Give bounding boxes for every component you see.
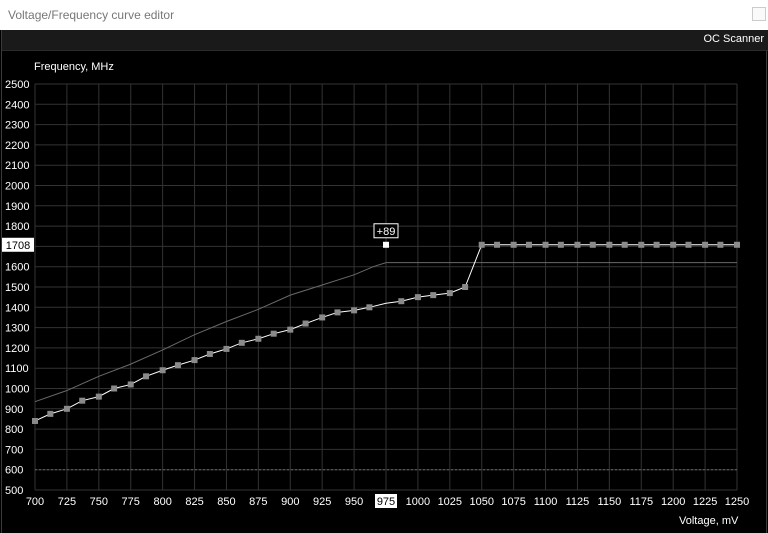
curve-point[interactable] <box>223 345 230 352</box>
x-tick-label: 1100 <box>534 496 558 508</box>
curve-point[interactable] <box>143 373 150 380</box>
x-tick-label: 1000 <box>406 496 430 508</box>
x-tick-label: 1200 <box>661 496 685 508</box>
curve-point[interactable] <box>606 241 613 248</box>
curve-point[interactable] <box>398 298 405 305</box>
curve-point[interactable] <box>685 241 692 248</box>
y-tick-label: 2400 <box>5 99 29 111</box>
x-tick-label: 1225 <box>693 496 717 508</box>
x-tick-label: 1025 <box>438 496 462 508</box>
curve-point[interactable] <box>287 326 294 333</box>
curve-point[interactable] <box>557 241 564 248</box>
y-tick-label: 700 <box>5 444 23 456</box>
offset-label: +89 <box>377 226 396 238</box>
y-tick-label: 500 <box>5 485 23 497</box>
x-tick-label: 1125 <box>566 496 590 508</box>
x-tick-label: 950 <box>345 496 363 508</box>
x-tick-label: 775 <box>122 496 140 508</box>
x-tick-label: 875 <box>249 496 267 508</box>
curve-point[interactable] <box>79 397 86 404</box>
curve-point[interactable] <box>174 362 181 369</box>
y-tick-label: 1600 <box>5 262 29 274</box>
curve-point[interactable] <box>525 241 532 248</box>
curve-point[interactable] <box>542 241 549 248</box>
curve-point[interactable] <box>351 307 358 314</box>
x-tick-label: 975 <box>377 496 395 508</box>
curve-point[interactable] <box>670 241 677 248</box>
y-tick-label: 800 <box>5 424 23 436</box>
curve-point[interactable] <box>206 350 213 357</box>
selected-frequency-label: 1708 <box>6 240 30 252</box>
x-axis-label: Voltage, mV <box>679 515 739 527</box>
curve-point[interactable] <box>191 357 198 364</box>
curve-point[interactable] <box>717 241 724 248</box>
y-tick-label: 600 <box>5 465 23 477</box>
y-tick-label: 1200 <box>5 343 29 355</box>
selected-point[interactable] <box>383 241 389 248</box>
x-tick-label: 750 <box>90 496 108 508</box>
curve-point[interactable] <box>478 241 485 248</box>
y-tick-label: 1100 <box>5 363 29 375</box>
curve-point[interactable] <box>510 241 517 248</box>
y-tick-label: 1900 <box>5 201 29 213</box>
x-tick-label: 850 <box>217 496 235 508</box>
curve-point[interactable] <box>111 385 118 392</box>
y-tick-label: 2500 <box>5 79 29 91</box>
curve-point[interactable] <box>334 309 341 316</box>
x-tick-label: 800 <box>153 496 171 508</box>
y-axis-label: Frequency, MHz <box>34 61 114 73</box>
curve-point[interactable] <box>63 405 70 412</box>
curve-point[interactable] <box>621 241 628 248</box>
x-tick-label: 1150 <box>598 496 622 508</box>
vf-curve-chart[interactable]: Frequency, MHz Voltage, mV 2500 2400 2300 2… <box>0 0 768 533</box>
curve-point[interactable] <box>127 381 134 388</box>
y-tick-label: 1800 <box>5 221 29 233</box>
y-tick-label: 2300 <box>5 120 29 132</box>
curve-point[interactable] <box>589 241 596 248</box>
curve-point[interactable] <box>462 284 469 290</box>
curve-point[interactable] <box>302 320 309 327</box>
x-tick-label: 700 <box>26 496 44 508</box>
y-tick-label: 1300 <box>5 323 29 335</box>
curve-point[interactable] <box>32 417 38 424</box>
x-tick-label: 1250 <box>725 496 749 508</box>
curve-point[interactable] <box>95 393 102 400</box>
y-tick-label: 2200 <box>5 140 29 152</box>
curve-point[interactable] <box>270 330 277 337</box>
curve-point[interactable] <box>238 339 245 346</box>
y-tick-label: 2100 <box>5 160 29 172</box>
curve-point[interactable] <box>702 241 709 248</box>
curve-point[interactable] <box>446 290 453 297</box>
x-tick-label: 1050 <box>469 496 493 508</box>
x-tick-label: 900 <box>281 496 299 508</box>
x-tick-label: 1175 <box>629 496 653 508</box>
y-tick-label: 1400 <box>5 302 29 314</box>
y-tick-label: 1000 <box>5 384 29 396</box>
curve-point[interactable] <box>255 335 262 342</box>
curve-point[interactable] <box>414 294 421 301</box>
curve-point[interactable] <box>638 241 645 248</box>
curve-point[interactable] <box>653 241 660 248</box>
x-tick-label: 925 <box>313 496 331 508</box>
curve-point[interactable] <box>574 241 581 248</box>
y-tick-label: 1500 <box>5 282 29 294</box>
x-tick-label: 825 <box>185 496 203 508</box>
curve-point[interactable] <box>47 410 54 417</box>
x-tick-label: 1075 <box>501 496 525 508</box>
curve-point[interactable] <box>366 304 373 311</box>
curve-point[interactable] <box>734 241 740 248</box>
curve-point[interactable] <box>494 241 501 248</box>
curve-point[interactable] <box>319 314 326 321</box>
y-tick-label: 900 <box>5 404 23 416</box>
curve-point[interactable] <box>159 367 166 374</box>
y-tick-label: 2000 <box>5 181 29 193</box>
x-tick-label: 725 <box>58 496 76 508</box>
curve-point[interactable] <box>430 292 437 299</box>
